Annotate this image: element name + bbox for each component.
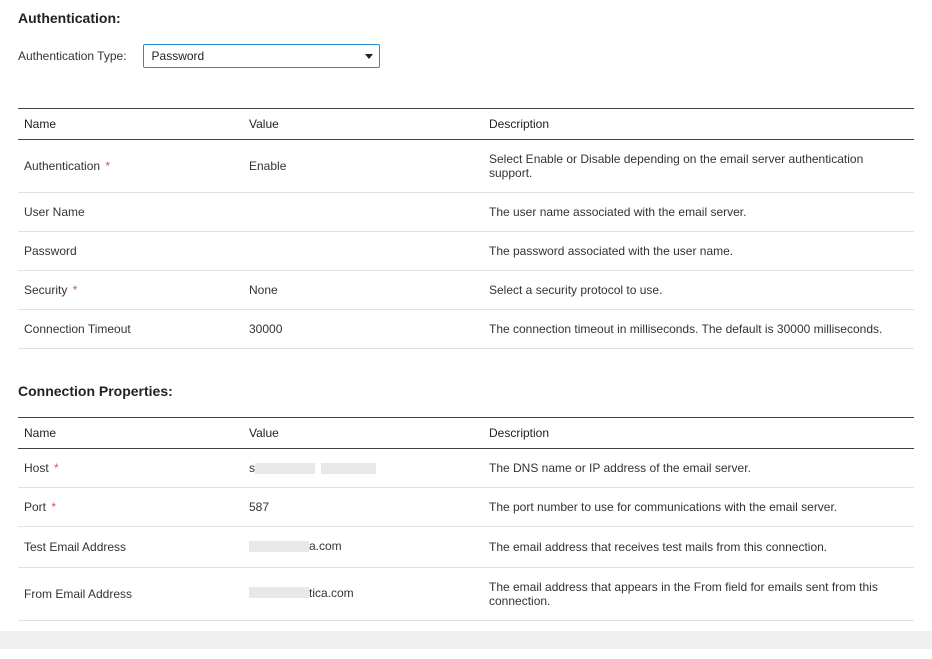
prop-name: Password: [18, 232, 243, 271]
prop-description: The email address that receives test mai…: [483, 527, 914, 568]
prop-value[interactable]: a.com: [243, 527, 483, 568]
required-indicator: *: [69, 283, 77, 297]
required-indicator: *: [51, 461, 59, 475]
table-row: Test Email Addressa.comThe email address…: [18, 527, 914, 568]
prop-name: Authentication *: [18, 140, 243, 193]
required-indicator: *: [48, 500, 56, 514]
table-row: Port *587The port number to use for comm…: [18, 488, 914, 527]
table-row: Connection Timeout30000The connection ti…: [18, 310, 914, 349]
redacted-segment: [249, 541, 309, 552]
col-header-name: Name: [18, 418, 243, 449]
col-header-description: Description: [483, 418, 914, 449]
table-row: Password The password associated with the…: [18, 232, 914, 271]
prop-description: The user name associated with the email …: [483, 193, 914, 232]
prop-value[interactable]: 30000: [243, 310, 483, 349]
auth-properties-table: Name Value Description Authentication *E…: [18, 108, 914, 349]
col-header-description: Description: [483, 109, 914, 140]
conn-section-title: Connection Properties:: [18, 383, 914, 399]
prop-name: Port *: [18, 488, 243, 527]
prop-description: Select a security protocol to use.: [483, 271, 914, 310]
prop-value[interactable]: None: [243, 271, 483, 310]
redacted-segment: [249, 587, 309, 598]
prop-name: Connection Timeout: [18, 310, 243, 349]
prop-description: The connection timeout in milliseconds. …: [483, 310, 914, 349]
prop-value[interactable]: Enable: [243, 140, 483, 193]
prop-value[interactable]: [243, 193, 483, 232]
table-row: Authentication *EnableSelect Enable or D…: [18, 140, 914, 193]
prop-description: The password associated with the user na…: [483, 232, 914, 271]
prop-value[interactable]: s: [243, 449, 483, 488]
auth-type-value: Password: [152, 49, 205, 63]
prop-value[interactable]: tica.com: [243, 567, 483, 620]
redacted-segment: [321, 463, 376, 474]
footer-bar: [0, 631, 932, 649]
prop-description: The DNS name or IP address of the email …: [483, 449, 914, 488]
auth-table-header-row: Name Value Description: [18, 109, 914, 140]
prop-description: The port number to use for communication…: [483, 488, 914, 527]
auth-type-select[interactable]: Password: [143, 44, 380, 68]
table-row: Security *NoneSelect a security protocol…: [18, 271, 914, 310]
prop-value[interactable]: [243, 232, 483, 271]
prop-description: The email address that appears in the Fr…: [483, 567, 914, 620]
required-indicator: *: [102, 159, 110, 173]
conn-properties-table: Name Value Description Host *sThe DNS na…: [18, 417, 914, 621]
chevron-down-icon: [359, 45, 379, 67]
conn-table-header-row: Name Value Description: [18, 418, 914, 449]
prop-description: Select Enable or Disable depending on th…: [483, 140, 914, 193]
table-row: From Email Addresstica.comThe email addr…: [18, 567, 914, 620]
col-header-value: Value: [243, 109, 483, 140]
prop-name: Security *: [18, 271, 243, 310]
col-header-value: Value: [243, 418, 483, 449]
table-row: Host *sThe DNS name or IP address of the…: [18, 449, 914, 488]
prop-name: Test Email Address: [18, 527, 243, 568]
auth-section-title: Authentication:: [18, 10, 914, 26]
prop-name: Host *: [18, 449, 243, 488]
col-header-name: Name: [18, 109, 243, 140]
auth-type-row: Authentication Type: Password: [18, 44, 914, 68]
table-row: User Name The user name associated with t…: [18, 193, 914, 232]
prop-name: From Email Address: [18, 567, 243, 620]
redacted-segment: [255, 463, 315, 474]
auth-type-label: Authentication Type:: [18, 49, 127, 63]
prop-value[interactable]: 587: [243, 488, 483, 527]
prop-name: User Name: [18, 193, 243, 232]
